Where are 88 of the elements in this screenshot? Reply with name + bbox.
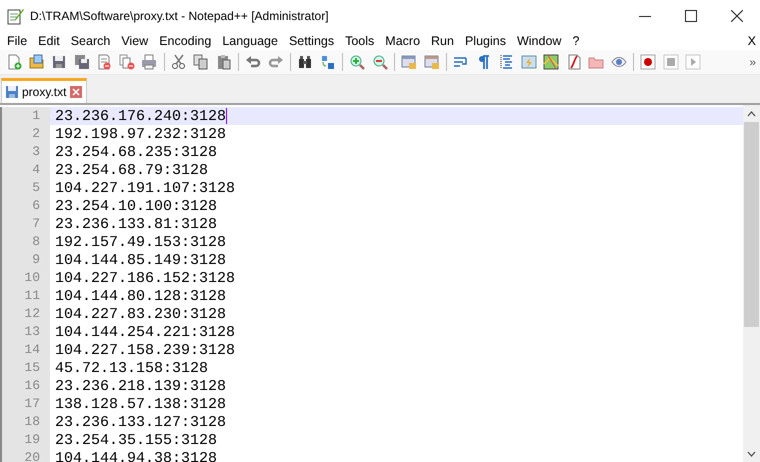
code-line: 104.144.80.128:3128 [54,287,228,305]
binoculars-icon[interactable] [297,54,314,70]
window-title: D:\TRAM\Software\proxy.txt - Notepad++ [Administrator] [30,9,330,23]
menu-item[interactable]: File [2,34,34,48]
paste-icon[interactable] [216,54,232,70]
record-icon[interactable] [640,54,656,70]
line-number: 15 [0,359,50,377]
line-number: 1 [0,107,50,125]
play-icon[interactable] [685,54,702,70]
code-line: 23.254.35.155:3128 [54,431,218,449]
menu-item[interactable]: Language [217,34,284,48]
file-tab[interactable]: proxy.txt [1,78,88,103]
new-file-icon[interactable] [6,54,22,70]
line-number: 17 [0,395,50,413]
notepad-icon [6,7,24,25]
menu-item[interactable]: Edit [33,34,66,48]
code-line: 192.198.97.232:3128 [54,125,228,143]
menu-item[interactable]: Window [512,34,568,48]
document-function-icon[interactable] [566,54,582,70]
line-number: 9 [0,251,50,269]
save-icon[interactable] [51,54,68,70]
line-number: 18 [0,413,50,431]
eye-icon[interactable] [610,54,627,70]
line-number: 11 [0,287,50,305]
line-number: 14 [0,341,50,359]
zoom-out-icon[interactable] [372,54,388,70]
code-line: 23.254.68.79:3128 [54,161,210,179]
menu-item[interactable]: Tools [340,34,380,48]
code-line: 23.254.10.100:3128 [54,197,218,215]
close-icon[interactable] [731,10,743,22]
zoom-in-icon[interactable] [349,54,366,70]
toolbar-overflow-button[interactable]: » [749,55,756,69]
menu-item[interactable]: Plugins [460,34,512,48]
line-number: 12 [0,305,50,323]
code-line: 23.236.218.139:3128 [54,377,228,395]
menu-item[interactable]: Run [426,34,460,48]
line-number: 3 [0,143,50,161]
code-line: 104.227.186.152:3128 [54,269,236,287]
menu-item[interactable]: View [116,34,154,48]
code-line: 104.144.85.149:3128 [54,251,228,269]
copy-icon[interactable] [193,54,210,70]
maximize-icon[interactable] [685,10,697,22]
code-line: 104.227.83.230:3128 [54,305,228,323]
stop-icon[interactable] [662,54,679,70]
line-number: 13 [0,323,50,341]
printer-icon[interactable] [141,54,158,70]
line-number: 5 [0,179,50,197]
scissors-icon[interactable] [170,54,187,70]
scroll-down-icon[interactable] [747,450,756,456]
tab-label: proxy.txt [22,85,66,99]
code-line: 104.227.191.107:3128 [54,179,236,197]
menu-item[interactable]: Encoding [154,34,218,48]
menu-item[interactable]: Macro [380,34,426,48]
replace-icon[interactable] [320,54,336,70]
close-file-icon[interactable] [96,54,112,70]
line-number: 8 [0,233,50,251]
code-line: 45.72.13.158:3128 [54,359,210,377]
menu-item[interactable]: Search [66,34,116,48]
vertical-scrollbar[interactable] [743,105,760,462]
line-number: 2 [0,125,50,143]
scrollbar-thumb[interactable] [744,122,759,327]
menu-item[interactable]: ? [567,34,586,48]
menu-item[interactable]: Settings [284,34,340,48]
code-line: 138.128.57.138:3128 [54,395,228,413]
code-line: 23.236.133.127:3128 [54,413,228,431]
close-all-icon[interactable] [118,54,135,70]
open-folder-icon[interactable] [28,54,45,70]
save-icon [5,85,19,99]
line-number: 19 [0,431,50,449]
code-line: 192.157.49.153:3128 [54,233,228,251]
undo-icon[interactable] [245,54,262,70]
line-number: 10 [0,269,50,287]
code-line: 23.254.68.235:3128 [54,143,218,161]
scroll-up-icon[interactable] [747,110,756,116]
redo-icon[interactable] [268,54,284,70]
line-number: 16 [0,377,50,395]
save-all-icon[interactable] [74,54,90,70]
line-number: 4 [0,161,50,179]
lightning-window-icon[interactable] [520,54,537,70]
line-number: 6 [0,197,50,215]
line-number: 7 [0,215,50,233]
code-line: 23.236.133.81:3128 [54,215,218,233]
code-line: 104.227.158.239:3128 [54,341,236,359]
indent-guide-icon[interactable] [498,54,514,70]
line-number: 20 [0,449,50,462]
close-document-button[interactable]: X [748,34,756,48]
code-line: 104.144.94.38:3128 [54,449,218,462]
code-line: 104.144.254.221:3128 [54,323,236,341]
